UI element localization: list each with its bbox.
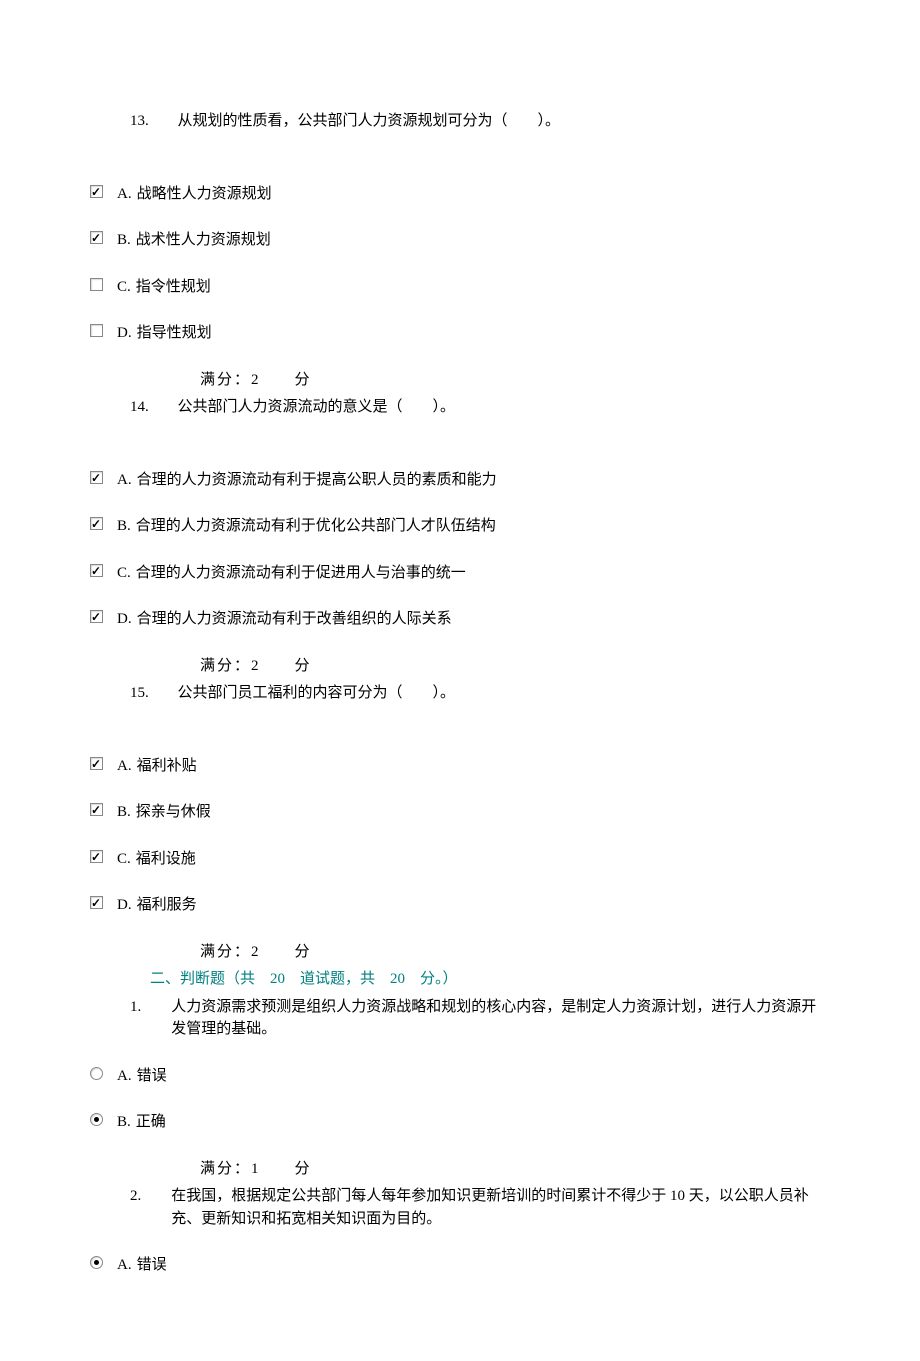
option-label: A.: [117, 755, 132, 778]
option-row: B. 探亲与休假: [90, 801, 830, 824]
question-number: 2.: [130, 1185, 141, 1230]
checkbox-icon[interactable]: [90, 517, 103, 530]
checkbox-icon[interactable]: [90, 757, 103, 770]
score-label: 满分：2 分: [90, 369, 830, 392]
question-text: 在我国，根据规定公共部门每人每年参加知识更新培训的时间累计不得少于 10 天，以…: [171, 1185, 830, 1230]
option-row: B. 战术性人力资源规划: [90, 229, 830, 252]
question-header: 15. 公共部门员工福利的内容可分为（ ）。: [90, 682, 830, 705]
option-row: B. 合理的人力资源流动有利于优化公共部门人才队伍结构: [90, 515, 830, 538]
question-number: 15.: [130, 682, 149, 705]
checkbox-icon[interactable]: [90, 324, 103, 337]
option-text: 合理的人力资源流动有利于改善组织的人际关系: [137, 608, 452, 631]
radio-icon[interactable]: [90, 1113, 103, 1126]
option-row: D. 指导性规划: [90, 322, 830, 345]
option-text: 错误: [137, 1065, 167, 1088]
radio-icon[interactable]: [90, 1256, 103, 1269]
question-text: 从规划的性质看，公共部门人力资源规划可分为（ ）。: [178, 113, 561, 129]
option-label: B.: [117, 1111, 131, 1134]
question-number: 1.: [130, 996, 141, 1041]
option-row: A. 福利补贴: [90, 755, 830, 778]
option-row: C. 福利设施: [90, 848, 830, 871]
option-row: B. 正确: [90, 1111, 830, 1134]
option-text: 战略性人力资源规划: [137, 183, 272, 206]
option-text: 探亲与休假: [136, 801, 211, 824]
option-label: C.: [117, 276, 131, 299]
option-text: 福利补贴: [137, 755, 197, 778]
section-header: 二、判断题（共 20 道试题，共 20 分。）: [90, 968, 830, 991]
option-text: 福利设施: [136, 848, 196, 871]
checkbox-icon[interactable]: [90, 185, 103, 198]
checkbox-icon[interactable]: [90, 231, 103, 244]
checkbox-icon[interactable]: [90, 803, 103, 816]
question-text: 公共部门人力资源流动的意义是（ ）。: [178, 399, 456, 415]
option-label: C.: [117, 562, 131, 585]
score-label: 满分：1 分: [90, 1158, 830, 1181]
option-text: 战术性人力资源规划: [136, 229, 271, 252]
question-header: 14. 公共部门人力资源流动的意义是（ ）。: [90, 396, 830, 419]
option-label: D.: [117, 894, 132, 917]
option-label: D.: [117, 608, 132, 631]
option-row: A. 合理的人力资源流动有利于提高公职人员的素质和能力: [90, 469, 830, 492]
option-text: 合理的人力资源流动有利于优化公共部门人才队伍结构: [136, 515, 496, 538]
checkbox-icon[interactable]: [90, 896, 103, 909]
checkbox-icon[interactable]: [90, 850, 103, 863]
option-row: C. 合理的人力资源流动有利于促进用人与治事的统一: [90, 562, 830, 585]
question-number: 14.: [130, 396, 149, 419]
option-label: C.: [117, 848, 131, 871]
score-label: 满分：2 分: [90, 655, 830, 678]
option-label: B.: [117, 801, 131, 824]
question-text: 人力资源需求预测是组织人力资源战略和规划的核心内容，是制定人力资源计划，进行人力…: [171, 996, 830, 1041]
option-text: 指令性规划: [136, 276, 211, 299]
option-row: D. 合理的人力资源流动有利于改善组织的人际关系: [90, 608, 830, 631]
option-text: 福利服务: [137, 894, 197, 917]
option-row: D. 福利服务: [90, 894, 830, 917]
checkbox-icon[interactable]: [90, 610, 103, 623]
option-text: 合理的人力资源流动有利于提高公职人员的素质和能力: [137, 469, 497, 492]
question-header: 13. 从规划的性质看，公共部门人力资源规划可分为（ ）。: [90, 110, 830, 133]
option-label: B.: [117, 229, 131, 252]
score-label: 满分：2 分: [90, 941, 830, 964]
checkbox-icon[interactable]: [90, 564, 103, 577]
option-text: 指导性规划: [137, 322, 212, 345]
option-label: A.: [117, 183, 132, 206]
option-row: A. 错误: [90, 1065, 830, 1088]
option-label: B.: [117, 515, 131, 538]
option-text: 正确: [136, 1111, 166, 1134]
judge-question: 2. 在我国，根据规定公共部门每人每年参加知识更新培训的时间累计不得少于 10 …: [90, 1185, 830, 1230]
checkbox-icon[interactable]: [90, 278, 103, 291]
question-text: 公共部门员工福利的内容可分为（ ）。: [178, 685, 456, 701]
question-number: 13.: [130, 110, 149, 133]
option-label: A.: [117, 1254, 132, 1277]
radio-icon[interactable]: [90, 1067, 103, 1080]
option-label: D.: [117, 322, 132, 345]
option-label: A.: [117, 469, 132, 492]
option-text: 错误: [137, 1254, 167, 1277]
option-text: 合理的人力资源流动有利于促进用人与治事的统一: [136, 562, 466, 585]
option-row: C. 指令性规划: [90, 276, 830, 299]
option-label: A.: [117, 1065, 132, 1088]
option-row: A. 错误: [90, 1254, 830, 1277]
judge-question: 1. 人力资源需求预测是组织人力资源战略和规划的核心内容，是制定人力资源计划，进…: [90, 996, 830, 1041]
checkbox-icon[interactable]: [90, 471, 103, 484]
option-row: A. 战略性人力资源规划: [90, 183, 830, 206]
